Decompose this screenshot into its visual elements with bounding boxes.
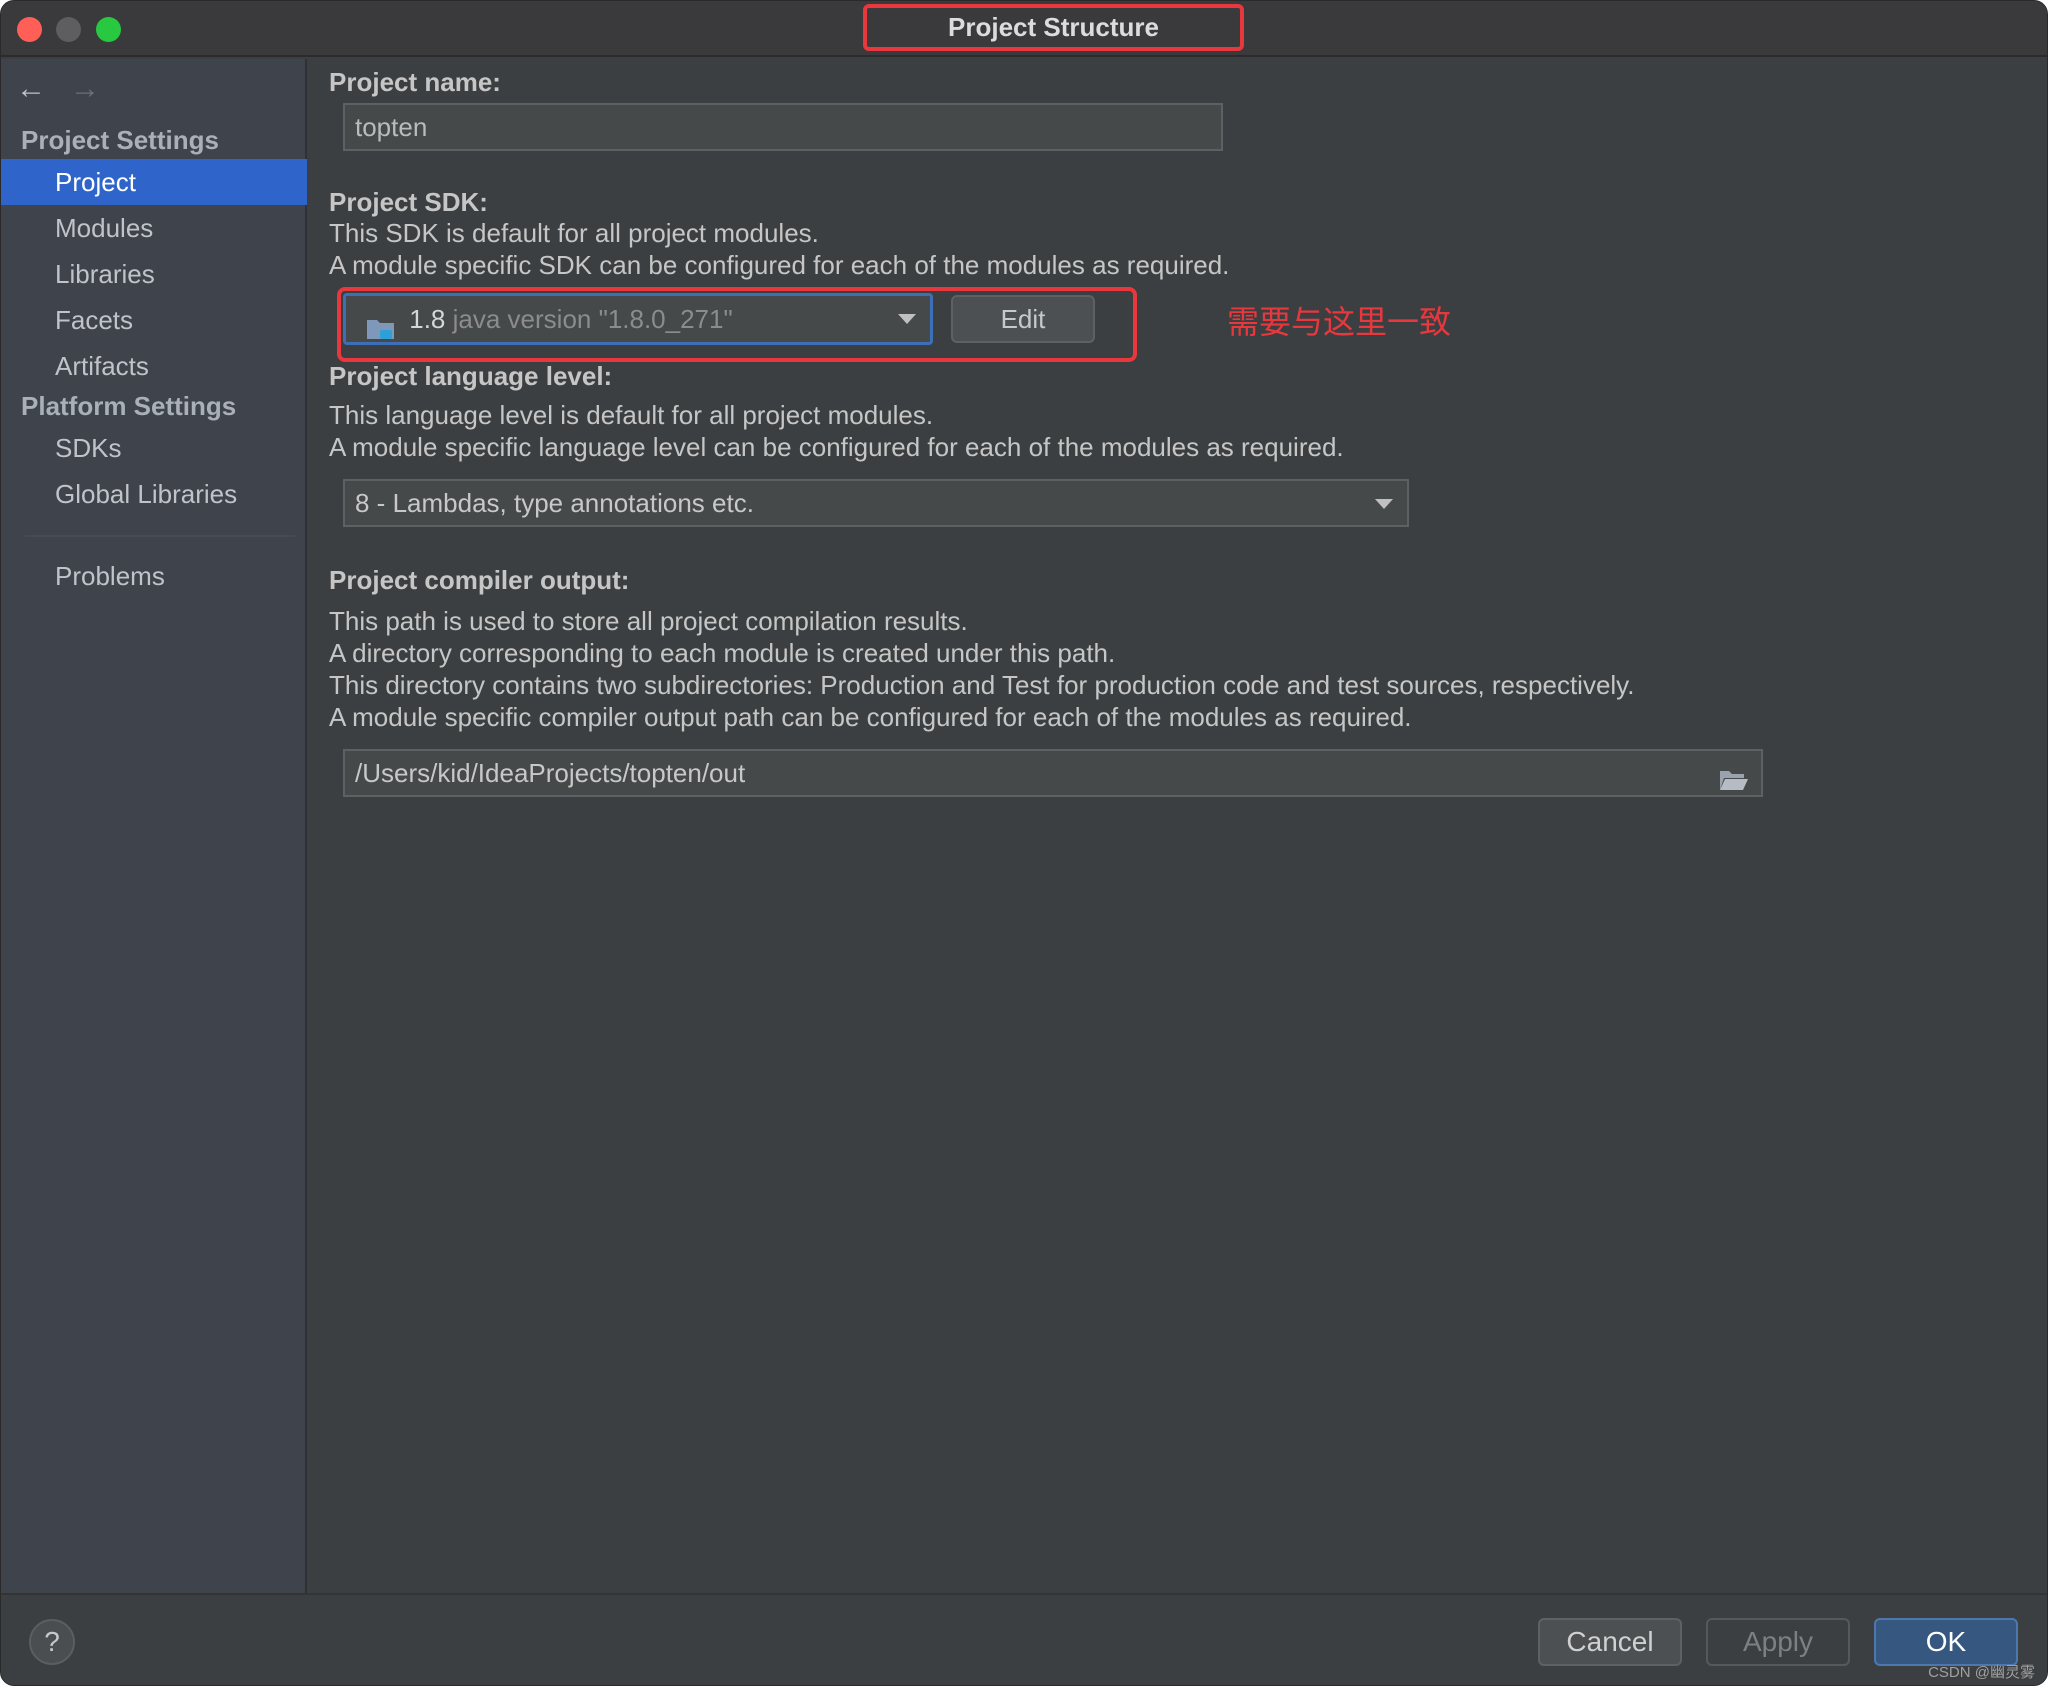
project-sdk-label: Project SDK: xyxy=(329,187,488,217)
sdk-folder-icon xyxy=(366,309,396,340)
chevron-down-icon xyxy=(898,314,916,324)
sdk-edit-button[interactable]: Edit xyxy=(951,295,1095,343)
compiler-output-path-input[interactable]: /Users/kid/IdeaProjects/topten/out xyxy=(343,749,1763,797)
main-panel: Project name: topten Project SDK: This S… xyxy=(309,59,2047,1593)
project-name-label: Project name: xyxy=(329,67,501,97)
language-level-label: Project language level: xyxy=(329,361,613,391)
cancel-button[interactable]: Cancel xyxy=(1538,1618,1682,1666)
dialog-footer: ? Cancel Apply OK CSDN @幽灵雾 xyxy=(1,1593,2047,1685)
project-settings-header: Project Settings xyxy=(21,125,219,155)
compiler-output-path: /Users/kid/IdeaProjects/topten/out xyxy=(355,758,746,788)
sidebar-item-libraries[interactable]: Libraries xyxy=(1,251,307,297)
sidebar-divider xyxy=(25,535,295,537)
sidebar-item-sdks[interactable]: SDKs xyxy=(1,425,307,471)
sidebar: ← → Project Settings Project Modules Lib… xyxy=(1,59,307,1593)
sidebar-item-facets[interactable]: Facets xyxy=(1,297,307,343)
red-annotation-note: 需要与这里一致 xyxy=(1227,304,1452,340)
project-sdk-dropdown[interactable]: 1.8 java version "1.8.0_271" xyxy=(343,293,933,345)
nav-arrows: ← → xyxy=(15,69,101,109)
forward-arrow-icon[interactable]: → xyxy=(69,69,101,109)
language-level-dropdown[interactable]: 8 - Lambdas, type annotations etc. xyxy=(343,479,1409,527)
chevron-down-icon xyxy=(1375,499,1393,509)
help-button[interactable]: ? xyxy=(29,1619,75,1665)
platform-settings-header: Platform Settings xyxy=(21,391,237,421)
window-title: Project Structure xyxy=(863,4,1244,51)
project-sdk-desc-2: A module specific SDK can be configured … xyxy=(329,250,1230,280)
apply-button[interactable]: Apply xyxy=(1706,1618,1850,1666)
back-arrow-icon[interactable]: ← xyxy=(15,69,47,109)
close-window-button[interactable] xyxy=(17,17,42,42)
language-level-desc-1: This language level is default for all p… xyxy=(329,400,934,430)
ok-button[interactable]: OK xyxy=(1874,1618,2018,1666)
language-level-desc-2: A module specific language level can be … xyxy=(329,432,1344,462)
sidebar-item-project[interactable]: Project xyxy=(1,159,307,205)
sdk-version: 1.8 xyxy=(409,304,446,334)
sdk-version-detail: java version "1.8.0_271" xyxy=(452,304,733,334)
minimize-window-button[interactable] xyxy=(56,17,81,42)
sidebar-item-problems[interactable]: Problems xyxy=(1,553,307,599)
project-structure-window: Project Structure ← → Project Settings P… xyxy=(0,0,2048,1686)
maximize-window-button[interactable] xyxy=(96,17,121,42)
compiler-output-desc-1: This path is used to store all project c… xyxy=(329,606,968,636)
project-name-input[interactable]: topten xyxy=(343,103,1223,151)
language-level-value: 8 - Lambdas, type annotations etc. xyxy=(355,488,754,518)
compiler-output-desc-3: This directory contains two subdirectori… xyxy=(329,670,1635,700)
compiler-output-desc-4: A module specific compiler output path c… xyxy=(329,702,1412,732)
watermark-text: CSDN @幽灵雾 xyxy=(1928,1664,2035,1681)
project-sdk-desc-1: This SDK is default for all project modu… xyxy=(329,218,819,248)
sidebar-item-artifacts[interactable]: Artifacts xyxy=(1,343,307,389)
title-bar: Project Structure xyxy=(1,1,2047,57)
compiler-output-desc-2: A directory corresponding to each module… xyxy=(329,638,1116,668)
folder-open-icon[interactable] xyxy=(1719,761,1749,790)
sidebar-item-global-libraries[interactable]: Global Libraries xyxy=(1,471,307,517)
sidebar-item-modules[interactable]: Modules xyxy=(1,205,307,251)
compiler-output-label: Project compiler output: xyxy=(329,565,630,595)
